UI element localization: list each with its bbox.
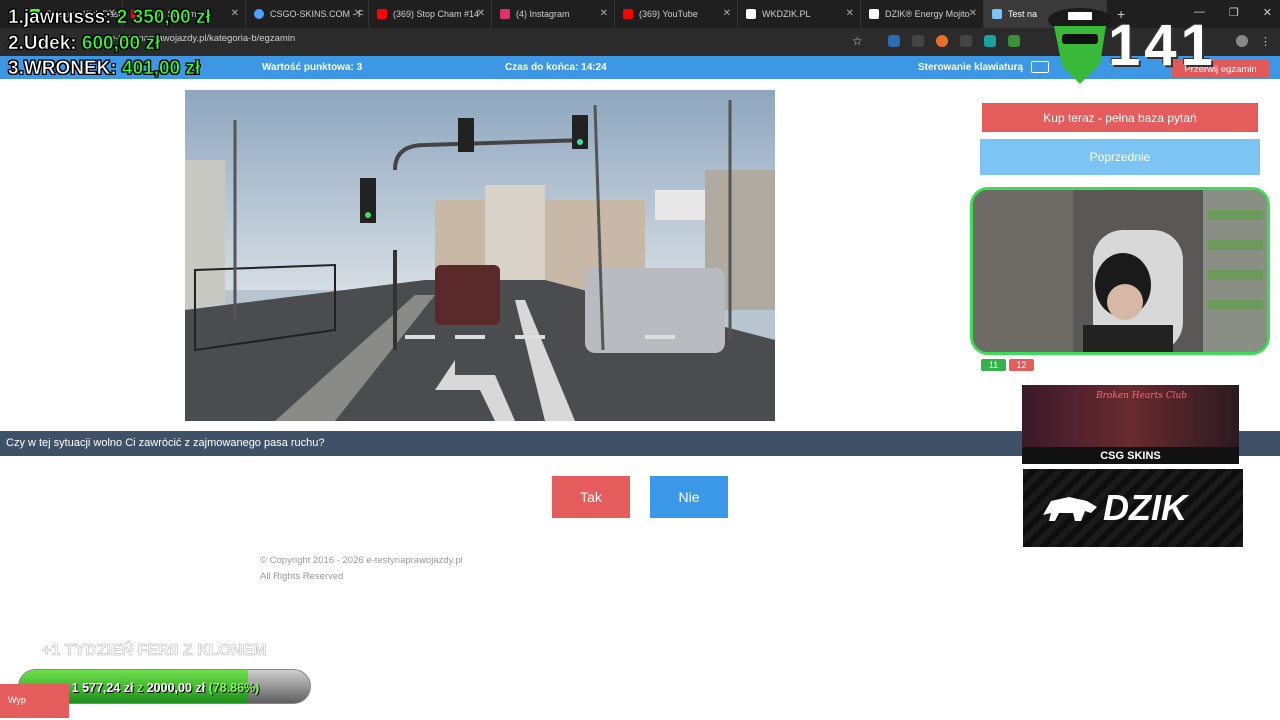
- leaderboard-entry: 3.WRONEK: 401,00 zł: [8, 58, 201, 80]
- close-icon[interactable]: ✕: [969, 8, 977, 19]
- webcam-image: [973, 190, 1267, 352]
- close-window-icon[interactable]: ✕: [1263, 6, 1272, 19]
- donor-amount: 2 350,00 zł: [116, 7, 211, 29]
- keyboard-control-label[interactable]: Sterowanie klawiaturą: [918, 62, 1023, 73]
- extension-icon[interactable]: [1008, 35, 1020, 47]
- webcam-overlay: [970, 187, 1270, 355]
- close-icon[interactable]: ✕: [846, 8, 854, 19]
- tab-label: WKDZIK.PL: [762, 9, 811, 19]
- test-favicon-icon: [992, 9, 1002, 19]
- dzik-ad-banner[interactable]: DZIK: [1023, 469, 1243, 547]
- donor-amount: 600,00 zł: [81, 33, 161, 55]
- donor-name: 2.Udek:: [8, 33, 77, 55]
- footer: © Copyright 2016 - 2026 e-testynaprawoja…: [260, 553, 463, 585]
- leaderboard-entry: 1.jawrusss: 2 350,00 zł: [8, 7, 211, 29]
- csgo-favicon-icon: [254, 9, 264, 19]
- wyp-button[interactable]: Wyp: [0, 684, 69, 718]
- donor-name: 3.WRONEK:: [8, 58, 117, 80]
- tab-label: Test na: [1008, 9, 1038, 19]
- time-left-label: Czas do końca: 14:24: [505, 62, 607, 73]
- boar-icon: [1043, 497, 1097, 521]
- maximize-icon[interactable]: ❐: [1229, 6, 1239, 19]
- browser-tab[interactable]: (369) Stop Cham #14 ✕: [369, 0, 492, 28]
- buy-full-database-button[interactable]: Kup teraz - pełna baza pytań: [982, 103, 1258, 132]
- correct-count-badge: 11: [981, 359, 1006, 371]
- extension-icon[interactable]: [912, 35, 924, 47]
- close-icon[interactable]: ✕: [231, 8, 239, 19]
- bookmark-star-icon[interactable]: ☆: [852, 34, 863, 48]
- menu-icon[interactable]: ⋮: [1260, 35, 1272, 48]
- ad-title: Broken Hearts Club: [1096, 391, 1188, 401]
- copyright-text: © Copyright 2016 - 2026 e-testynaprawoja…: [260, 555, 463, 566]
- extension-icon[interactable]: [936, 35, 948, 47]
- goal-target: 2000,00 zł: [146, 680, 206, 695]
- goal-current: 1 577,24 zł: [71, 680, 134, 695]
- screen: Stream - Kick Dash ✕ Klon Stream - Y ✕ CSG…: [0, 0, 1280, 720]
- youtube-favicon-icon: [377, 9, 387, 19]
- tab-label: CSGO-SKINS.COM - F: [270, 9, 364, 19]
- goal-percent: (78.86%): [208, 680, 260, 695]
- close-icon[interactable]: ✕: [354, 8, 362, 19]
- answer-no-button[interactable]: Nie: [650, 476, 728, 518]
- browser-tab[interactable]: CSGO-SKINS.COM - F ✕: [246, 0, 369, 28]
- ad-brand: DZIK: [1103, 487, 1187, 528]
- browser-tab[interactable]: (4) Instagram ✕: [492, 0, 615, 28]
- browser-tab[interactable]: WKDZIK.PL ✕: [738, 0, 861, 28]
- leaderboard-entry: 2.Udek: 600,00 zł: [8, 33, 161, 55]
- donor-amount: 401,00 zł: [122, 58, 201, 80]
- tab-label: DZIK® Energy Mojito: [885, 9, 970, 19]
- close-icon[interactable]: ✕: [723, 8, 731, 19]
- close-icon[interactable]: ✕: [600, 8, 608, 19]
- tab-label: (369) Stop Cham #14: [393, 9, 480, 19]
- wkdzik-favicon-icon: [746, 9, 756, 19]
- answer-yes-button[interactable]: Tak: [552, 476, 630, 518]
- instagram-favicon-icon: [500, 9, 510, 19]
- profile-avatar-icon[interactable]: [1236, 35, 1248, 47]
- browser-tab[interactable]: (369) YouTube ✕: [615, 0, 738, 28]
- rights-text: All Rights Reserved: [260, 571, 344, 582]
- goal-title: +1 TYDZIEŃ FERII Z KLONEM: [42, 642, 267, 660]
- extension-icon[interactable]: [960, 35, 972, 47]
- dzik-favicon-icon: [869, 9, 879, 19]
- question-video[interactable]: [185, 90, 775, 421]
- tab-label: (4) Instagram: [516, 9, 570, 19]
- tab-label: (369) YouTube: [639, 9, 698, 19]
- donor-name: 1.jawrusss:: [8, 7, 112, 29]
- extension-icon[interactable]: [984, 35, 996, 47]
- extension-icon[interactable]: [888, 35, 900, 47]
- previous-button[interactable]: Poprzednie: [980, 139, 1260, 175]
- csgo-skins-ad-banner[interactable]: Broken Hearts Club CSG SKINS: [1022, 385, 1239, 464]
- goal-z: z: [137, 680, 144, 695]
- ad-brand: CSG SKINS: [1022, 447, 1239, 464]
- view-counter: 141: [1108, 13, 1217, 78]
- score-label: Wartość punktowa: 3: [262, 62, 363, 73]
- wrong-count-badge: 12: [1009, 359, 1034, 371]
- road-scene-image: [185, 90, 775, 421]
- close-icon[interactable]: ✕: [477, 8, 485, 19]
- youtube-favicon-icon: [623, 9, 633, 19]
- browser-tab[interactable]: DZIK® Energy Mojito ✕: [861, 0, 984, 28]
